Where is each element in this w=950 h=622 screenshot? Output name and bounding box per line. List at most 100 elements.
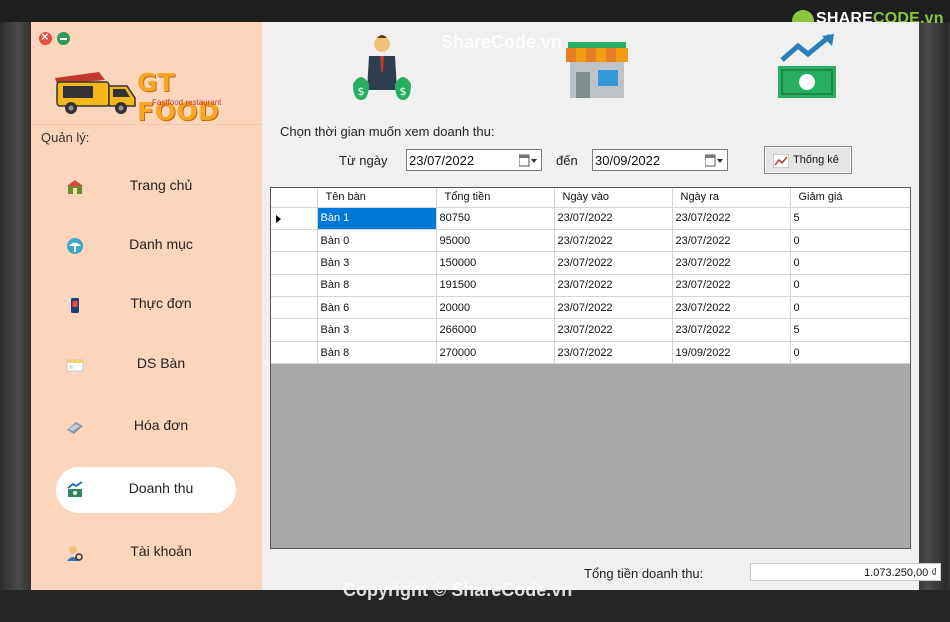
store-icon [566,42,628,98]
table-cell[interactable]: 19/09/2022 [672,341,791,365]
table-cell[interactable]: 5 [790,207,910,230]
table-cell[interactable]: 23/07/2022 [554,207,673,230]
sidebar-item-hoa-don[interactable]: Hóa đơn [56,404,236,450]
statistics-button-label: Thống kê [793,154,839,166]
brand-name: GT FOOD [137,68,220,126]
table-cell[interactable]: 0 [790,296,910,320]
table-cell[interactable]: 23/07/2022 [672,296,791,320]
svg-text:$: $ [358,85,365,98]
row-header[interactable] [271,296,318,320]
table-row[interactable]: Bàn 8 270000 23/07/2022 19/09/2022 0 [271,341,910,365]
row-header[interactable] [271,341,318,365]
sidebar-item-label: Tài khoản [130,543,192,559]
column-header-ngay-ra[interactable]: Ngày ra [672,188,791,208]
table-cell[interactable]: 0 [790,229,910,253]
main-panel: $ $ Chọn thời gian muốn xem doanh thu: T… [262,22,941,590]
svg-text:$: $ [400,85,407,98]
calendar-dropdown-icon[interactable] [705,154,723,167]
watermark-bottom: Copyright © ShareCode.vn [343,580,573,600]
table-list-icon [66,359,84,372]
table-cell[interactable]: Bàn 8 [317,274,437,298]
table-cell[interactable]: 150000 [436,251,555,275]
sidebar-item-trang-chu[interactable]: Trang chủ [56,164,236,210]
sidebar-item-label: DS Bàn [136,355,186,371]
minimize-icon[interactable] [57,32,70,45]
table-cell[interactable]: Bàn 6 [317,296,437,320]
column-header-ngay-vao[interactable]: Ngày vào [554,188,673,208]
table-cell[interactable]: 0 [790,274,910,298]
row-header[interactable] [271,207,318,230]
sidebar-item-label: Doanh thu [128,480,194,496]
table-cell[interactable]: 20000 [436,296,555,320]
sidebar-divider [31,124,262,125]
table-cell[interactable]: 23/07/2022 [554,318,673,342]
table-cell[interactable]: Bàn 0 [317,229,437,253]
table-cell[interactable]: Bàn 1 [317,207,437,230]
home-icon [67,180,83,194]
table-cell[interactable]: 23/07/2022 [672,274,791,298]
to-date-picker[interactable]: 30/09/2022 [592,149,728,171]
sidebar-item-label: Trang chủ [129,177,193,193]
sidebar-item-danh-muc[interactable]: Danh mục [56,223,236,269]
businessman-money-icon: $ $ [353,35,411,100]
column-header-tong-tien[interactable]: Tổng tiền [436,188,555,208]
table-cell[interactable]: 23/07/2022 [672,318,791,342]
table-cell[interactable]: 23/07/2022 [554,296,673,320]
sidebar-item-thuc-don[interactable]: Thực đơn [56,282,236,328]
table-cell[interactable]: 0 [790,341,910,365]
app-logo: GT FOOD Fastfood restaurant [49,64,249,126]
total-revenue-label: Tổng tiền doanh thu: [584,566,704,581]
table-cell[interactable]: 23/07/2022 [554,229,673,253]
close-icon[interactable] [39,29,52,45]
table-cell[interactable]: 5 [790,318,910,342]
sidebar: GT FOOD Fastfood restaurant Quản lý: Tra… [31,22,262,590]
row-header[interactable] [271,229,318,253]
table-cell[interactable]: 23/07/2022 [554,341,673,365]
calendar-dropdown-icon[interactable] [519,154,537,167]
table-row[interactable]: Bàn 0 95000 23/07/2022 23/07/2022 0 [271,229,910,253]
table-cell[interactable]: 270000 [436,341,555,365]
row-header[interactable] [271,251,318,275]
sidebar-item-label: Hóa đơn [133,417,189,433]
from-date-label: Từ ngày [339,153,388,168]
table-cell[interactable]: 23/07/2022 [554,251,673,275]
sidebar-item-tai-khoan[interactable]: Tài khoản [56,530,236,576]
sidebar-item-ds-ban[interactable]: DS Bàn [56,342,236,388]
table-cell[interactable]: 266000 [436,318,555,342]
total-revenue-value: 1.073.250,00 ₫ [864,567,937,579]
table-row[interactable]: Bàn 3 150000 23/07/2022 23/07/2022 0 [271,251,910,275]
from-date-picker[interactable]: 23/07/2022 [406,149,542,171]
watermark-top: ShareCode.vn [441,32,563,52]
table-cell[interactable]: 23/07/2022 [554,274,673,298]
brand-tagline: Fastfood restaurant [152,98,222,107]
row-header[interactable] [271,274,318,298]
table-cell[interactable]: Bàn 8 [317,341,437,365]
current-row-arrow-icon [276,214,281,223]
table-cell[interactable]: 23/07/2022 [672,207,791,230]
table-row[interactable]: Bàn 3 266000 23/07/2022 23/07/2022 5 [271,318,910,342]
table-cell[interactable]: 23/07/2022 [672,251,791,275]
row-header[interactable] [271,318,318,342]
table-row[interactable]: Bàn 8 191500 23/07/2022 23/07/2022 0 [271,274,910,298]
table-cell[interactable]: 23/07/2022 [672,229,791,253]
table-cell[interactable]: Bàn 3 [317,251,437,275]
revenue-grid[interactable]: Tên bàn Tổng tiền Ngày vào Ngày ra Giảm … [270,187,911,549]
table-cell[interactable]: 0 [790,251,910,275]
table-row[interactable]: Bàn 6 20000 23/07/2022 23/07/2022 0 [271,296,910,320]
table-cell[interactable]: 80750 [436,207,555,230]
from-date-value: 23/07/2022 [409,153,475,168]
table-row[interactable]: Bàn 1 80750 23/07/2022 23/07/2022 5 [271,207,910,230]
total-revenue-field[interactable]: 1.073.250,00 ₫ [750,563,941,581]
sidebar-item-doanh-thu[interactable]: Doanh thu [56,467,236,513]
column-header-giam-gia[interactable]: Giảm giá [790,188,910,208]
table-cell[interactable]: 191500 [436,274,555,298]
section-label: Quản lý: [41,130,90,145]
table-cell[interactable]: Bàn 3 [317,318,437,342]
table-header-row: Tên bàn Tổng tiền Ngày vào Ngày ra Giảm … [271,188,910,208]
sidebar-item-label: Danh mục [129,236,193,252]
column-header-ten-ban[interactable]: Tên bàn [317,188,437,208]
statistics-button[interactable]: Thống kê [764,146,852,174]
food-truck-icon [55,72,136,114]
row-header-corner [271,188,318,208]
table-cell[interactable]: 95000 [436,229,555,253]
